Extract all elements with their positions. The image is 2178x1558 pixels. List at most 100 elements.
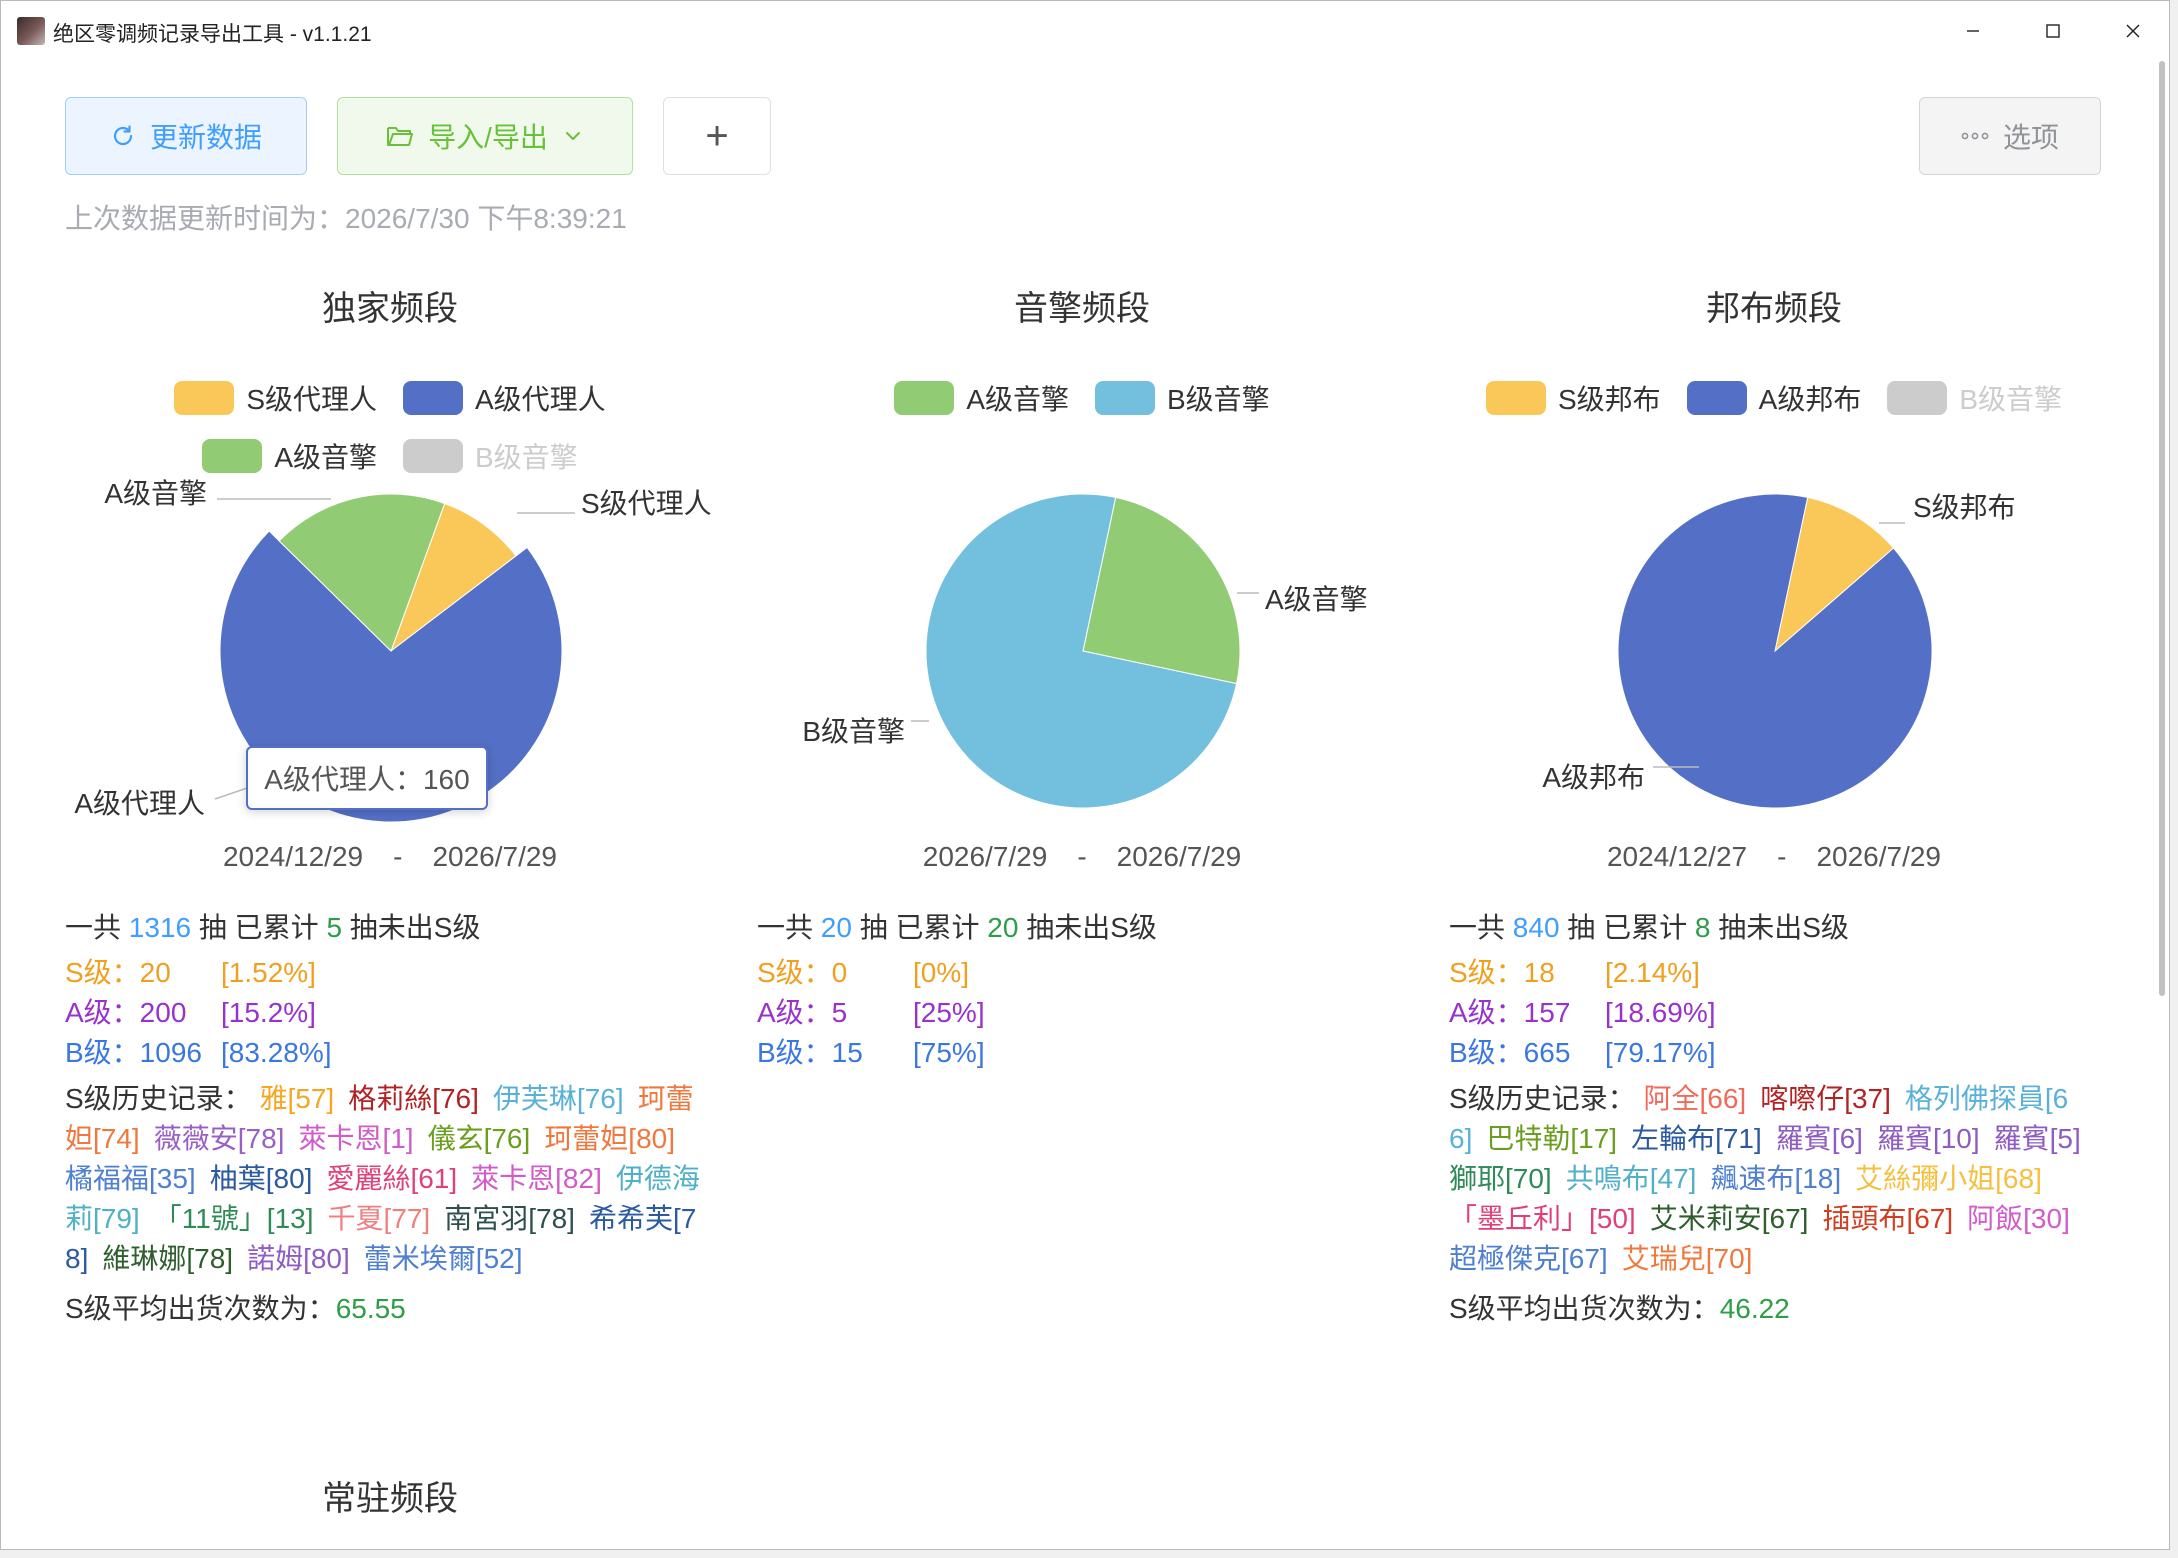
pie-label: S级代理人	[581, 488, 712, 519]
total-pulls: 20	[820, 912, 852, 943]
history-entry: 愛麗絲[61]	[326, 1163, 458, 1194]
vertical-scrollbar[interactable]	[2155, 61, 2167, 1541]
more-dots-icon	[1961, 132, 1989, 140]
history-entry: 「墨丘利」[50]	[1449, 1203, 1636, 1234]
refresh-data-button[interactable]: 更新数据	[65, 97, 307, 175]
history-entry: 南宮羽[78]	[444, 1203, 575, 1234]
chart-tooltip: A级代理人：160	[246, 746, 488, 810]
options-label: 选项	[2002, 122, 2059, 153]
average-label: S级平均出货次数为：	[65, 1293, 336, 1324]
legend-label: A级音擎	[966, 384, 1069, 415]
legend-swatch	[174, 381, 235, 415]
last-update-text: 上次数据更新时间为：2026/7/30 下午8:39:21	[65, 203, 627, 234]
refresh-icon	[113, 125, 133, 146]
maximize-icon	[2046, 24, 2060, 38]
maximize-button[interactable]	[2013, 7, 2093, 55]
import-export-button[interactable]: 导入/导出	[337, 97, 633, 175]
grade-percent: [15.2%]	[221, 997, 316, 1028]
legend-item-a-engine[interactable]: A级音擎	[894, 378, 1069, 418]
grade-s-row: S级：18 [2.14%]	[1449, 953, 2099, 993]
grade-count: B级：15	[757, 1037, 863, 1068]
legend-label: A级代理人	[475, 384, 606, 415]
history-entry: 格莉絲[76]	[348, 1083, 479, 1114]
grade-percent: [75%]	[913, 1037, 985, 1068]
history-entry: 萊卡恩[82]	[471, 1163, 602, 1194]
history-entry: 獅耶[70]	[1449, 1163, 1552, 1194]
history-entry: 喀嚓仔[37]	[1760, 1083, 1891, 1114]
legend-swatch	[1686, 381, 1747, 415]
pull-summary: 一共 20 抽 已累计 20 抽未出S级	[757, 903, 1407, 953]
app-icon	[17, 17, 45, 45]
scrollbar-thumb[interactable]	[2159, 61, 2165, 996]
date-from: 2026/7/29	[922, 841, 1048, 872]
grade-count: S级：20	[65, 957, 171, 988]
legend-swatch	[894, 381, 955, 415]
pull-summary: 一共 1316 抽 已累计 5 抽未出S级	[65, 903, 715, 953]
history-entry: 阿全[66]	[1643, 1083, 1747, 1114]
history-entry: 諾姆[80]	[247, 1243, 350, 1274]
legend-item-s-bangboo[interactable]: S级邦布	[1485, 378, 1661, 418]
grade-a-row: A级：5 [25%]	[757, 993, 1407, 1033]
grade-a-row: A级：200 [15.2%]	[65, 993, 715, 1033]
s-history-list: S级历史记录： 雅[57] 格莉絲[76] 伊芙琳[76] 珂蕾妲[74] 薇薇安[78…	[65, 1079, 715, 1279]
folder-open-icon	[387, 127, 414, 146]
history-entry: 伊芙琳[76]	[492, 1083, 624, 1114]
bangboo-pie-chart[interactable]: S级邦布 A级邦布	[1449, 441, 2129, 841]
pull-summary: 一共 840 抽 已累计 8 抽未出S级	[1449, 903, 2099, 953]
history-entry: 巴特勒[17]	[1486, 1123, 1618, 1154]
grade-percent: [1.52%]	[221, 957, 316, 988]
legend-item-a-agent[interactable]: A级代理人	[403, 378, 606, 418]
legend-label: S级代理人	[246, 384, 377, 415]
pie-label: S级邦布	[1913, 492, 2016, 523]
grade-percent: [83.28%]	[221, 1037, 332, 1068]
grade-count: S级：0	[757, 957, 848, 988]
close-icon	[2126, 24, 2140, 38]
legend-label: B级音擎	[1959, 384, 2063, 415]
summary-text: 一共	[1449, 912, 1506, 943]
legend-item-b-engine[interactable]: B级音擎	[1095, 378, 1270, 418]
stats-panel: 一共 840 抽 已累计 8 抽未出S级 S级：18 [2.14%] A级：157…	[1449, 903, 2099, 1329]
plus-icon: +	[705, 113, 729, 158]
grade-percent: [79.17%]	[1605, 1037, 1716, 1068]
history-entry: 雅[57]	[259, 1083, 335, 1114]
section-title: 邦布频段	[1706, 290, 1842, 328]
date-range: 2026/7/29 - 2026/7/29	[757, 841, 1407, 873]
summary-text: 抽未出S级	[1718, 912, 1849, 943]
stats-panel: 一共 1316 抽 已累计 5 抽未出S级 S级：20 [1.52%] A级：20…	[65, 903, 715, 1329]
legend-item-a-bangboo[interactable]: A级邦布	[1686, 378, 1862, 418]
history-entry: 艾米莉安[67]	[1649, 1203, 1809, 1234]
history-entry: 羅賓[10]	[1876, 1123, 1980, 1154]
pie-label: A级音擎	[1265, 584, 1368, 615]
options-button[interactable]: 选项	[1919, 97, 2101, 175]
minimize-button[interactable]	[1933, 7, 2013, 55]
grade-s-row: S级：0 [0%]	[757, 953, 1407, 993]
pie-label: B级音擎	[802, 716, 905, 747]
legend-swatch	[403, 381, 463, 415]
section-title: 常驻频段	[322, 1480, 458, 1518]
history-entry: 阿飯[30]	[1967, 1203, 2070, 1234]
legend-item-b-engine[interactable]: B级音擎	[1887, 378, 2062, 418]
close-button[interactable]	[2093, 7, 2169, 55]
engine-pie-chart[interactable]: A级音擎 B级音擎	[757, 441, 1437, 841]
legend-item-s-agent[interactable]: S级代理人	[174, 378, 377, 418]
history-entry: 左輪布[71]	[1631, 1123, 1762, 1154]
history-entry: 「11號」[13]	[153, 1203, 314, 1234]
grade-count: B级：1096	[65, 1037, 202, 1068]
pie-label: A级音擎	[104, 478, 207, 509]
summary-text: 一共	[65, 912, 122, 943]
grade-count: A级：157	[1449, 997, 1571, 1028]
summary-text: 抽 已累计	[859, 912, 980, 943]
date-separator: -	[1077, 841, 1087, 872]
history-entry: 蕾米埃爾[52]	[363, 1243, 523, 1274]
legend-label: A级邦布	[1758, 384, 1862, 415]
add-button[interactable]: +	[663, 97, 771, 175]
pity-count: 5	[326, 912, 343, 943]
legend-label: S级邦布	[1557, 384, 1661, 415]
chart-legend: A级音擎 B级音擎	[757, 369, 1407, 427]
history-entry: 羅賓[5]	[1993, 1123, 2081, 1154]
history-entry: 橘福福[35]	[65, 1163, 196, 1194]
total-pulls: 1316	[128, 912, 192, 943]
history-entry: 儀玄[76]	[427, 1123, 531, 1154]
app-window: 绝区零调频记录导出工具 - v1.1.21 更新数据 导入/导出 + 选项 上次…	[0, 0, 2170, 1550]
section-title: 独家频段	[322, 290, 458, 328]
